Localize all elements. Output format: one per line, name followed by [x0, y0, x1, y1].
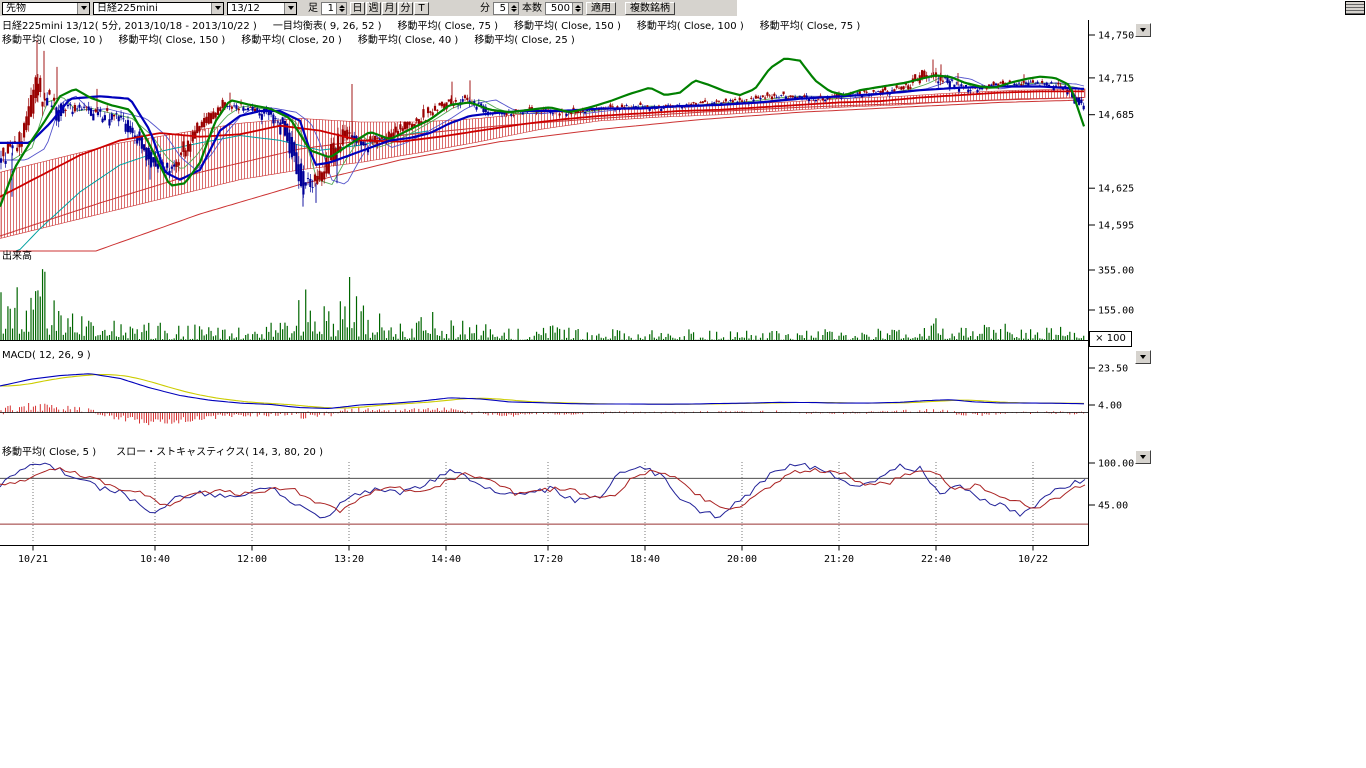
stoch-panel-labels: 移動平均( Close, 5 ) スロー・ストキャスティクス( 14, 3, 80…: [2, 447, 343, 459]
volume-multiplier-box: × 100: [1089, 331, 1132, 347]
svg-text:10/22: 10/22: [1018, 554, 1048, 565]
svg-text:45.00: 45.00: [1098, 501, 1128, 512]
svg-text:18:40: 18:40: [630, 554, 660, 565]
svg-text:155.00: 155.00: [1098, 306, 1134, 317]
macd-panel-label: MACD( 12, 26, 9 ): [2, 350, 91, 362]
legend-item: 移動平均( Close, 40 ): [358, 35, 458, 46]
legend-item: 一目均衡表( 9, 26, 52 ): [273, 21, 382, 32]
legend-item: 移動平均( Close, 75 ): [760, 21, 860, 32]
legend-item: 移動平均( Close, 10 ): [2, 35, 102, 46]
legend-item: 日経225mini 13/12( 5分, 2013/10/18 - 2013/1…: [2, 21, 257, 32]
legend-item: 移動平均( Close, 150 ): [118, 35, 225, 46]
svg-text:23.50: 23.50: [1098, 364, 1128, 375]
svg-text:14,625: 14,625: [1098, 184, 1134, 195]
stoch-panel-menu-button[interactable]: [1135, 450, 1151, 464]
svg-text:14,685: 14,685: [1098, 110, 1134, 121]
svg-text:355.00: 355.00: [1098, 266, 1134, 277]
svg-text:14,715: 14,715: [1098, 73, 1134, 84]
legend-item: 移動平均( Close, 100 ): [637, 21, 744, 32]
svg-text:14,595: 14,595: [1098, 221, 1134, 232]
trading-chart-app: 14,750 14,715 14,685 14,625 14,595 355.00 155.…: [0, 0, 1366, 768]
svg-text:14,750: 14,750: [1098, 31, 1134, 42]
svg-text:21:20: 21:20: [824, 554, 854, 565]
legend-item: 移動平均( Close, 75 ): [398, 21, 498, 32]
svg-text:14:40: 14:40: [431, 554, 461, 565]
svg-text:10/21: 10/21: [18, 554, 48, 565]
macd-panel-menu-button[interactable]: [1135, 350, 1151, 364]
main-chart-legend-line1: 日経225mini 13/12( 5分, 2013/10/18 - 2013/1…: [2, 21, 876, 33]
legend-item: 移動平均( Close, 20 ): [241, 35, 341, 46]
main-panel-menu-button[interactable]: [1135, 23, 1151, 37]
svg-text:17:20: 17:20: [533, 554, 563, 565]
stoch-indicator-label: スロー・ストキャスティクス( 14, 3, 80, 20 ): [116, 447, 323, 458]
volume-panel-label: 出来高: [2, 251, 32, 263]
svg-text:13:20: 13:20: [334, 554, 364, 565]
svg-text:12:00: 12:00: [237, 554, 267, 565]
svg-text:100.00: 100.00: [1098, 459, 1134, 470]
chart-canvas: 14,750 14,715 14,685 14,625 14,595 355.00 155.…: [0, 0, 1160, 600]
svg-text:20:00: 20:00: [727, 554, 757, 565]
stoch-ma-label: 移動平均( Close, 5 ): [2, 447, 96, 458]
svg-text:4.00: 4.00: [1098, 401, 1122, 412]
svg-text:22:40: 22:40: [921, 554, 951, 565]
main-chart-legend-line2: 移動平均( Close, 10 ) 移動平均( Close, 150 ) 移動平均(…: [2, 35, 591, 47]
legend-item: 移動平均( Close, 25 ): [474, 35, 574, 46]
legend-item: 移動平均( Close, 150 ): [514, 21, 621, 32]
scrollbar-grip[interactable]: [1345, 1, 1365, 15]
svg-text:10:40: 10:40: [140, 554, 170, 565]
